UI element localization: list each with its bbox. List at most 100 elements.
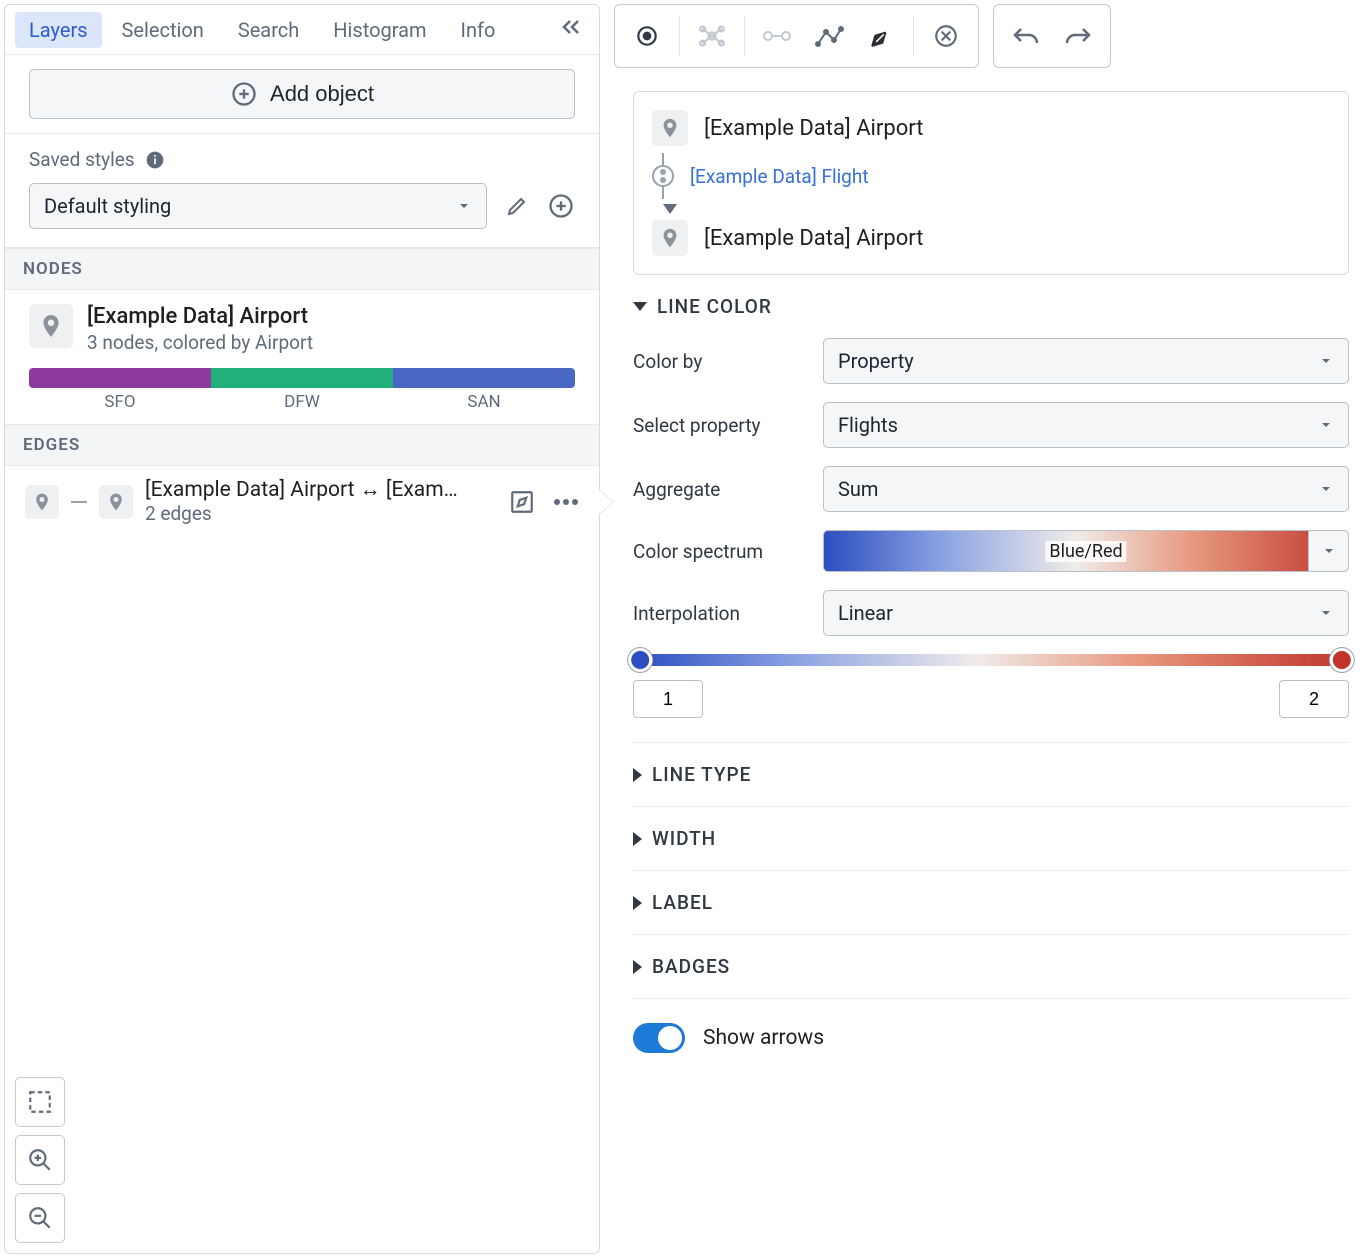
undo-button[interactable] <box>1002 11 1050 61</box>
section-line-type-header[interactable]: LINE TYPE <box>633 743 1349 806</box>
chevron-down-icon <box>1321 543 1337 559</box>
edge-layer-title: [Example Data] Airport ↔ [Exam… <box>145 478 475 502</box>
clear-tool-button[interactable] <box>922 11 970 61</box>
chevron-down-icon <box>1318 481 1334 497</box>
caret-down-icon <box>633 302 647 311</box>
spectrum-select[interactable]: Blue/Red <box>823 530 1349 572</box>
relation-summary: [Example Data] Airport [Example Data] Fl… <box>633 91 1349 275</box>
chevron-double-left-icon <box>559 15 583 39</box>
left-panel: Layers Selection Search Histogram Info A… <box>4 4 600 1254</box>
pin-icon <box>99 485 133 519</box>
nodes-section-header: NODES <box>5 248 599 290</box>
relation-via[interactable]: [Example Data] Flight <box>690 156 869 196</box>
style-editor-panel: [Example Data] Airport [Example Data] Fl… <box>614 90 1368 1094</box>
tab-selection[interactable]: Selection <box>108 12 218 48</box>
zoom-out-button[interactable] <box>15 1193 65 1243</box>
section-width: WIDTH <box>633 807 1349 871</box>
node-color-legend <box>29 368 575 388</box>
tab-bar: Layers Selection Search Histogram Info <box>5 5 599 55</box>
section-label-title: LABEL <box>652 891 713 914</box>
more-menu-button[interactable] <box>553 498 579 506</box>
chevron-down-icon <box>1318 353 1334 369</box>
plus-circle-icon <box>230 80 258 108</box>
section-width-header[interactable]: WIDTH <box>633 807 1349 870</box>
pin-icon <box>25 485 59 519</box>
property-select[interactable]: Flights <box>823 402 1349 448</box>
tab-histogram[interactable]: Histogram <box>319 12 440 48</box>
edit-style-button[interactable] <box>505 194 529 218</box>
edge-layer-card[interactable]: [Example Data] Airport ↔ [Exam… 2 edges <box>5 466 599 537</box>
saved-style-value: Default styling <box>44 194 171 218</box>
interpolation-select[interactable]: Linear <box>823 590 1349 636</box>
lbl-aggregate: Aggregate <box>633 478 823 501</box>
arrow-down-icon <box>663 204 677 214</box>
lbl-interpolation: Interpolation <box>633 602 823 625</box>
section-badges-title: BADGES <box>652 955 730 978</box>
gradient-slider[interactable] <box>633 654 1349 718</box>
tab-info[interactable]: Info <box>447 12 510 48</box>
lbl-select-property: Select property <box>633 414 823 437</box>
section-width-title: WIDTH <box>652 827 716 850</box>
section-label-header[interactable]: LABEL <box>633 871 1349 934</box>
node-layer-title: [Example Data] Airport <box>87 304 313 329</box>
zoom-in-button[interactable] <box>15 1135 65 1185</box>
tab-search[interactable]: Search <box>224 12 313 48</box>
node-layer-subtitle: 3 nodes, colored by Airport <box>87 331 313 354</box>
gradient-max-input[interactable] <box>1279 680 1349 718</box>
pen-tool-button[interactable] <box>857 11 905 61</box>
section-line-type: LINE TYPE <box>633 743 1349 807</box>
lbl-color-by: Color by <box>633 350 823 373</box>
section-line-type-title: LINE TYPE <box>652 763 751 786</box>
section-badges-header[interactable]: BADGES <box>633 935 1349 998</box>
caret-right-icon <box>633 832 642 846</box>
aggregate-select[interactable]: Sum <box>823 466 1349 512</box>
pin-icon <box>652 110 688 146</box>
add-style-button[interactable] <box>547 192 575 220</box>
info-icon[interactable] <box>145 150 165 170</box>
lbl-spectrum: Color spectrum <box>633 540 823 563</box>
section-line-color-header[interactable]: LINE COLOR <box>633 275 1349 338</box>
chevron-down-icon <box>1318 417 1334 433</box>
gradient-handle-max[interactable] <box>1330 648 1354 672</box>
edge-layer-subtitle: 2 edges <box>145 502 497 525</box>
saved-styles-label: Saved styles <box>29 148 135 171</box>
section-badges: BADGES <box>633 935 1349 999</box>
gradient-min-input[interactable] <box>633 680 703 718</box>
traffic-light-icon <box>652 165 674 187</box>
toolbar-main <box>614 4 979 68</box>
caret-right-icon <box>633 896 642 910</box>
path-tool-button[interactable] <box>805 11 853 61</box>
chevron-down-icon <box>456 198 472 214</box>
section-line-color: LINE COLOR Color by Property Select prop… <box>633 275 1349 743</box>
right-panel: [Example Data] Airport [Example Data] Fl… <box>604 0 1372 1258</box>
relation-to: [Example Data] Airport <box>704 226 923 251</box>
add-object-label: Add object <box>270 81 374 107</box>
link-tool-button <box>753 11 801 61</box>
section-label: LABEL <box>633 871 1349 935</box>
node-color-legend-labels: SFO DFW SAN <box>29 392 575 412</box>
edit-edge-button[interactable] <box>509 489 535 515</box>
edge-connector-icon <box>71 501 87 503</box>
saved-style-select[interactable]: Default styling <box>29 183 487 229</box>
color-by-select[interactable]: Property <box>823 338 1349 384</box>
pin-icon <box>652 220 688 256</box>
show-arrows-label: Show arrows <box>703 1026 824 1050</box>
pin-icon <box>29 304 73 348</box>
toolbar-history <box>993 4 1111 68</box>
fullscreen-button[interactable] <box>15 1077 65 1127</box>
add-object-button[interactable]: Add object <box>29 69 575 119</box>
caret-right-icon <box>633 768 642 782</box>
collapse-panel-button[interactable] <box>553 11 589 48</box>
node-layer-card[interactable]: [Example Data] Airport 3 nodes, colored … <box>5 290 599 424</box>
target-tool-button[interactable] <box>623 11 671 61</box>
toolbar-row <box>614 4 1368 68</box>
gradient-handle-min[interactable] <box>628 648 652 672</box>
redo-button[interactable] <box>1054 11 1102 61</box>
network-tool-button <box>688 11 736 61</box>
tab-layers[interactable]: Layers <box>15 12 102 48</box>
caret-right-icon <box>633 960 642 974</box>
chevron-down-icon <box>1318 605 1334 621</box>
edges-section-header: EDGES <box>5 424 599 466</box>
relation-from: [Example Data] Airport <box>704 116 923 141</box>
show-arrows-toggle[interactable] <box>633 1023 685 1053</box>
